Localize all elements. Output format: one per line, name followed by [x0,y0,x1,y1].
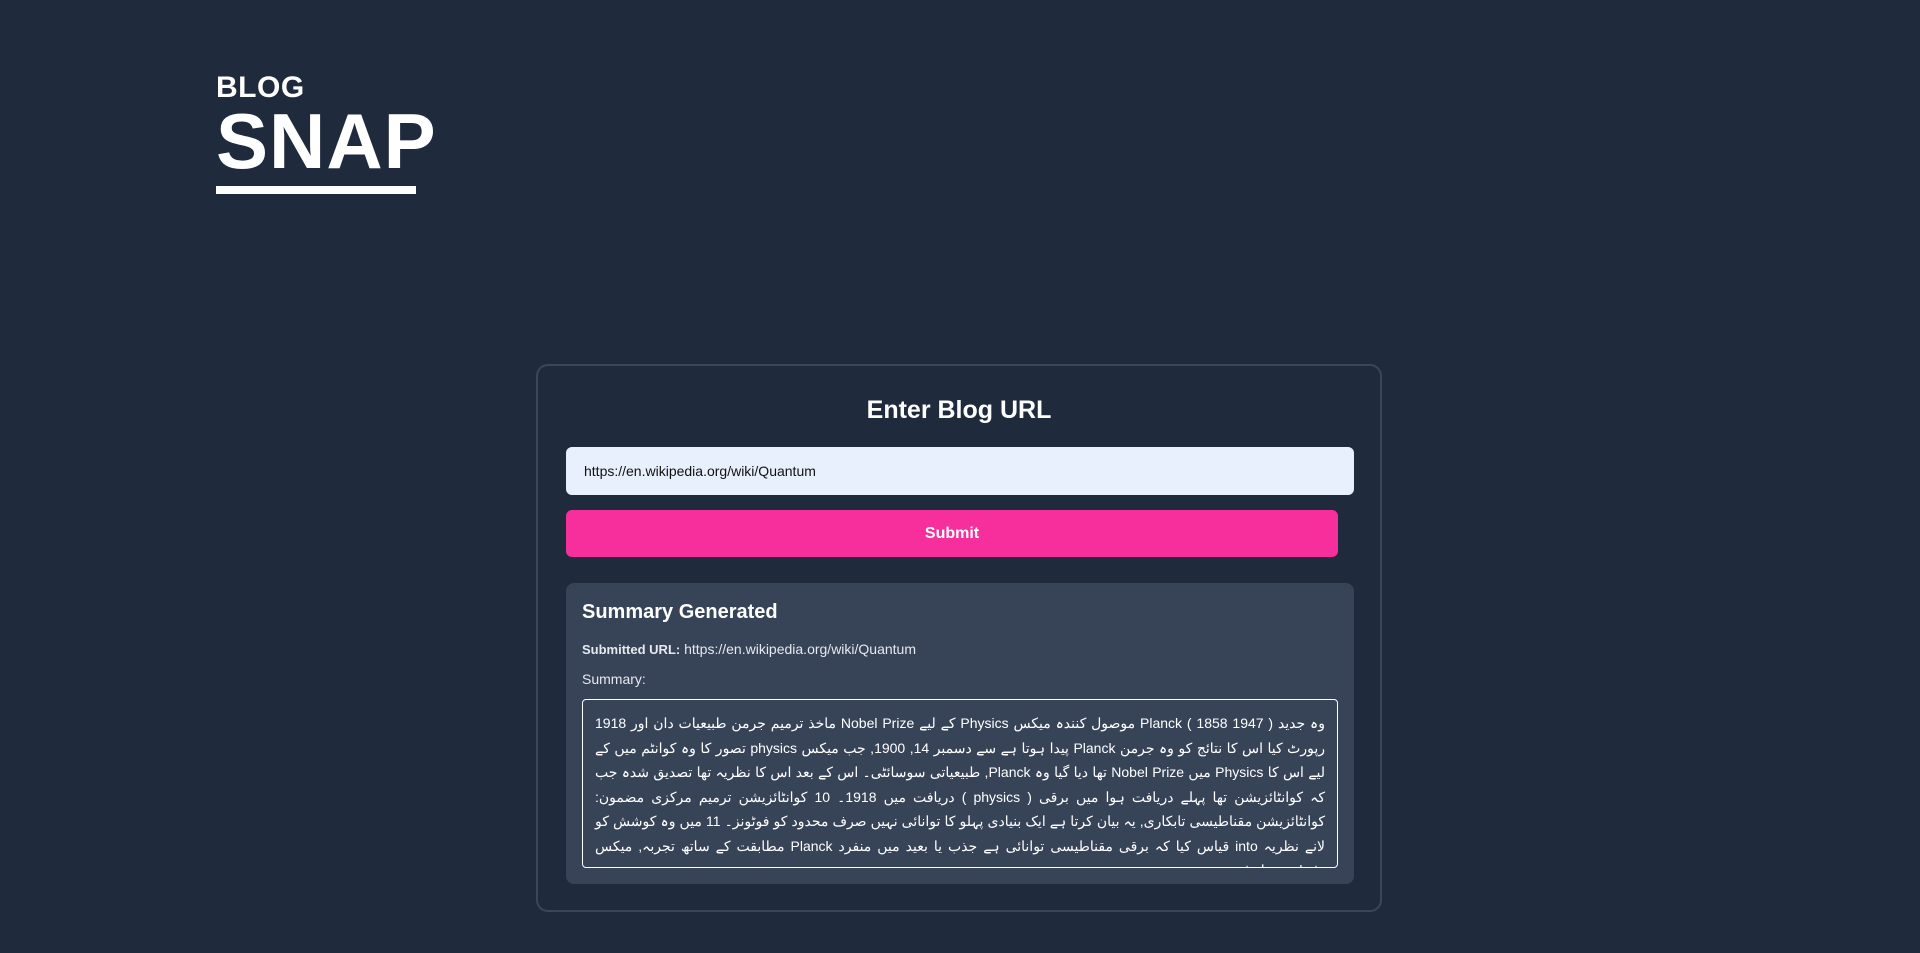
summary-text-box: وہ جدید ( 1947 1858 ) Planck موصول کنندہ… [582,699,1338,868]
summary-heading: Summary Generated [582,601,778,623]
url-form-card: Enter Blog URL Submit Summary Generated … [536,364,1382,912]
submitted-url-value: https://en.wikipedia.org/wiki/Quantum [684,641,916,657]
submitted-url-label: Submitted URL: [582,642,681,657]
submit-button[interactable]: Submit [566,510,1338,557]
blog-url-input[interactable] [566,447,1354,495]
logo-underline [216,186,416,194]
summary-panel: Summary Generated Submitted URL: https:/… [566,583,1354,884]
submitted-url-line: Submitted URL: https://en.wikipedia.org/… [582,641,916,657]
summary-label: Summary: [582,671,646,687]
form-title: Enter Blog URL [866,396,1052,424]
logo-bottom-text: SNAP [216,97,437,185]
blog-snap-logo: BLOG SNAP [216,72,437,194]
